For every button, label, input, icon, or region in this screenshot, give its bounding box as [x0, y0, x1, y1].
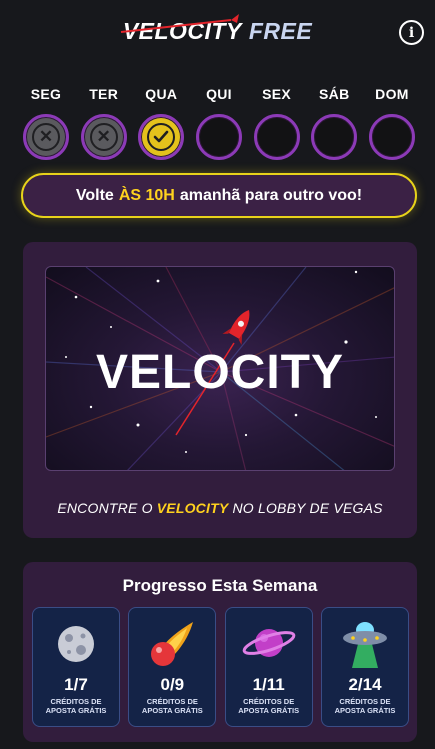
reward-tiles: 1/7 CRÉDITOS DE APOSTA GRÁTIS 0/9 CRÉDIT…	[32, 607, 409, 727]
asteroid-icon	[58, 626, 94, 662]
reward-tile[interactable]: 2/14 CRÉDITOS DE APOSTA GRÁTIS	[320, 607, 409, 727]
day-label: DOM	[375, 86, 409, 102]
day-sex: SEX	[252, 86, 302, 160]
reward-count: 0/9	[160, 675, 185, 694]
day-missed-circle: ✕	[80, 114, 127, 160]
reward-label: CRÉDITOS DE APOSTA GRÁTIS	[45, 697, 107, 715]
day-claimed-circle	[138, 114, 185, 160]
banner-text-after: amanhã para outro voo!	[179, 186, 363, 204]
day-qua: QUA	[136, 86, 186, 160]
caption-after: NO LOBBY DE VEGAS	[232, 500, 383, 516]
day-label: TER	[89, 86, 119, 102]
banner-time-highlight: ÀS 10H	[118, 186, 175, 204]
day-pending-circle	[311, 114, 358, 160]
day-ter: TER ✕	[79, 86, 129, 160]
ufo-icon	[342, 622, 387, 668]
x-icon: ✕	[32, 123, 60, 151]
day-label: QUI	[206, 86, 232, 102]
day-seg: SEG ✕	[21, 86, 71, 160]
day-label: SÁB	[319, 86, 350, 102]
reward-label: CRÉDITOS DE APOSTA GRÁTIS	[238, 697, 300, 715]
day-label: SEX	[262, 86, 292, 102]
banner-text-before: Volte	[75, 186, 114, 204]
day-sab: SÁB	[309, 86, 359, 160]
velocity-wordmark: VELOCITY	[95, 346, 345, 399]
info-icon[interactable]: i	[399, 20, 424, 45]
reward-label: CRÉDITOS DE APOSTA GRÁTIS	[334, 697, 396, 715]
velocity-free-logo: VELOCITY FREE	[120, 13, 313, 45]
day-dom: DOM	[367, 86, 417, 160]
caption-before: ENCONTRE O	[57, 500, 153, 516]
meteor-icon	[151, 622, 194, 666]
day-pending-circle	[253, 114, 300, 160]
logo-word-free: FREE	[248, 17, 313, 44]
app-header: VELOCITY FREE i	[0, 0, 435, 62]
weekly-progress-card: Progresso Esta Semana 1/7 CRÉDITOS DE AP…	[23, 562, 417, 742]
logo-rocket-streak-icon	[120, 13, 239, 33]
day-pending-circle	[195, 114, 242, 160]
promo-caption: ENCONTRE O VELOCITY NO LOBBY DE VEGAS	[23, 500, 417, 516]
day-missed-circle: ✕	[23, 114, 69, 160]
x-icon: ✕	[89, 123, 118, 151]
reward-tile[interactable]: 1/11 CRÉDITOS DE APOSTA GRÁTIS	[224, 607, 313, 727]
day-label: QUA	[145, 86, 178, 102]
day-label: SEG	[30, 86, 62, 102]
reward-count: 1/7	[64, 675, 88, 694]
caption-highlight: VELOCITY	[156, 500, 229, 516]
day-qui: QUI	[194, 86, 244, 160]
reward-label: CRÉDITOS DE APOSTA GRÁTIS	[141, 697, 203, 715]
weekly-checkin: SEG ✕ TER ✕ QUA QUI SEX SÁB DOM	[21, 86, 417, 160]
reward-count: 1/11	[252, 675, 285, 694]
progress-title: Progresso Esta Semana	[122, 576, 318, 595]
checkmark-icon	[154, 130, 169, 143]
day-pending-circle	[368, 114, 415, 160]
return-banner: Volte ÀS 10H amanhã para outro voo!	[21, 173, 417, 218]
reward-tile[interactable]: 0/9 CRÉDITOS DE APOSTA GRÁTIS	[128, 607, 217, 727]
promo-card: VELOCITY ENCONTRE O VELOCITY NO LOBBY DE…	[23, 242, 417, 538]
reward-tile[interactable]: 1/7 CRÉDITOS DE APOSTA GRÁTIS	[32, 607, 120, 727]
reward-count: 2/14	[348, 675, 382, 694]
planet-icon	[242, 629, 295, 657]
velocity-game-banner[interactable]: VELOCITY	[45, 266, 395, 471]
